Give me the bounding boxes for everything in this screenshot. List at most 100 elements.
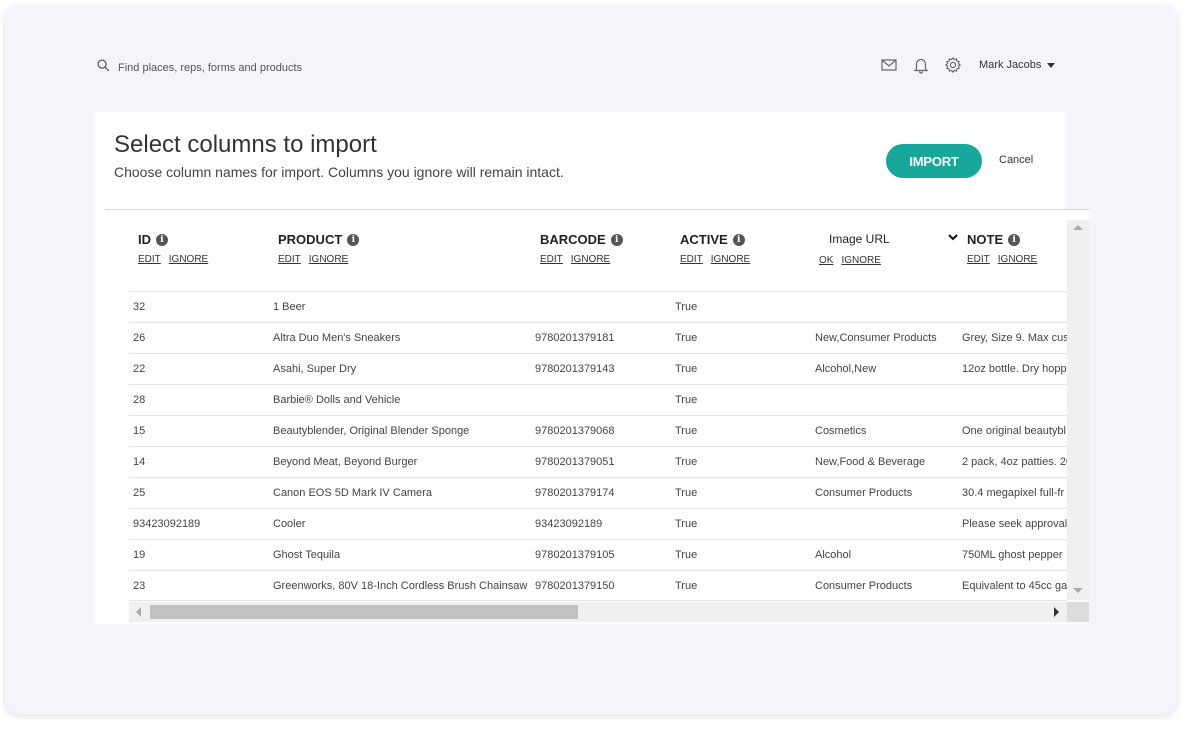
columns-table: ID i EDIT IGNORE PRODUCT i EDIT IGNORE BARCO… [105, 210, 1089, 624]
user-name: Mark Jacobs [979, 59, 1042, 71]
edit-link[interactable]: EDIT [680, 254, 703, 265]
cell-barcode: 9780201379068 [535, 425, 615, 437]
ignore-link[interactable]: IGNORE [711, 254, 750, 265]
user-menu[interactable]: Mark Jacobs [979, 59, 1056, 71]
column-name: ID [138, 232, 151, 247]
column-header-product: PRODUCT i EDIT IGNORE [278, 232, 360, 265]
table-row: 93423092189 Cooler 93423092189 True Plea… [129, 508, 1067, 539]
import-dialog: Select columns to import Choose column n… [95, 112, 1089, 624]
dialog-title: Select columns to import [114, 131, 377, 158]
ignore-link[interactable]: IGNORE [571, 254, 610, 265]
table-body: 32 1 Beer True 26 Altra Duo Men's Sneake… [129, 291, 1067, 601]
edit-link[interactable]: EDIT [138, 254, 161, 265]
info-icon[interactable]: i [347, 233, 360, 246]
import-button[interactable]: IMPORT [886, 144, 982, 178]
cell-image-url: New,Consumer Products [815, 332, 937, 344]
scroll-right-arrow-icon[interactable] [1054, 607, 1059, 617]
table-row: 26 Altra Duo Men's Sneakers 978020137918… [129, 322, 1067, 353]
ok-link[interactable]: OK [819, 255, 833, 266]
cell-active: True [675, 518, 698, 530]
cell-note: One original beautybl [962, 425, 1066, 437]
column-name: BARCODE [540, 232, 606, 247]
column-header-note: NOTE i EDIT IGNORE [967, 232, 1037, 265]
cell-note: Grey, Size 9. Max cush [962, 332, 1067, 344]
ignore-link[interactable]: IGNORE [169, 254, 208, 265]
column-header-image-url: Image URL OK IGNORE [819, 231, 959, 266]
cell-product: Altra Duo Men's Sneakers [273, 332, 401, 344]
cell-id: 19 [133, 549, 146, 561]
chevron-down-icon [947, 231, 959, 246]
ignore-link[interactable]: IGNORE [998, 254, 1037, 265]
edit-link[interactable]: EDIT [278, 254, 301, 265]
cell-barcode: 9780201379181 [535, 332, 615, 344]
cell-image-url: Alcohol,New [815, 363, 877, 375]
edit-link[interactable]: EDIT [967, 254, 990, 265]
dialog-subtitle: Choose column names for import. Columns … [114, 164, 564, 180]
cell-image-url: Alcohol [815, 549, 852, 561]
search-input[interactable]: Find places, reps, forms and products [118, 62, 302, 74]
cell-note: Equivalent to 45cc ga [962, 580, 1067, 592]
cell-active: True [675, 363, 698, 375]
cell-active: True [675, 394, 698, 406]
cell-product: Canon EOS 5D Mark IV Camera [273, 487, 432, 499]
cancel-button[interactable]: Cancel [999, 154, 1033, 166]
info-icon[interactable]: i [610, 233, 623, 246]
column-name: ACTIVE [680, 232, 728, 247]
vertical-scrollbar[interactable] [1067, 220, 1089, 600]
caret-down-icon [1047, 62, 1056, 68]
table-row: 22 Asahi, Super Dry 9780201379143 True A… [129, 353, 1067, 384]
horizontal-scrollbar[interactable] [129, 602, 1067, 622]
table-row: 28 Barbie® Dolls and Vehicle True [129, 384, 1067, 415]
cell-note: 30.4 megapixel full-fr [962, 487, 1065, 499]
cell-image-url: Consumer Products [815, 580, 913, 592]
scroll-corner [1067, 602, 1089, 622]
column-header-id: ID i EDIT IGNORE [138, 232, 208, 265]
cell-note: 750ML ghost pepper [962, 549, 1063, 561]
cell-product: Beyond Meat, Beyond Burger [273, 456, 418, 468]
cell-id: 23 [133, 580, 146, 592]
cell-product: Beautyblender, Original Blender Sponge [273, 425, 470, 437]
table-row: 19 Ghost Tequila 9780201379105 True Alco… [129, 539, 1067, 570]
cell-id: 28 [133, 394, 146, 406]
scroll-left-arrow-icon[interactable] [136, 607, 141, 617]
cell-id: 15 [133, 425, 146, 437]
cell-id: 32 [133, 301, 146, 313]
column-type-select[interactable]: Image URL [829, 231, 959, 246]
cell-barcode: 9780201379105 [535, 549, 615, 561]
table-row: 25 Canon EOS 5D Mark IV Camera 978020137… [129, 477, 1067, 508]
cell-image-url: Consumer Products [815, 487, 913, 499]
cell-product: Ghost Tequila [273, 549, 341, 561]
cell-id: 14 [133, 456, 146, 468]
gear-icon[interactable] [943, 55, 963, 75]
table-header: ID i EDIT IGNORE PRODUCT i EDIT IGNORE BARCO… [105, 210, 1067, 292]
search-bar[interactable]: Find places, reps, forms and products [97, 59, 302, 77]
bell-icon[interactable] [911, 55, 931, 75]
table-row: 23 Greenworks, 80V 18-Inch Cordless Brus… [129, 570, 1067, 601]
cell-id: 25 [133, 487, 146, 499]
table-row: 15 Beautyblender, Original Blender Spong… [129, 415, 1067, 446]
search-icon [97, 59, 110, 77]
cell-note: Please seek approval [962, 518, 1067, 530]
ignore-link[interactable]: IGNORE [841, 255, 880, 266]
cell-note: 12oz bottle. Dry hopp [962, 363, 1067, 375]
scroll-up-arrow-icon[interactable] [1073, 225, 1083, 230]
cell-barcode: 9780201379051 [535, 456, 615, 468]
info-icon[interactable]: i [732, 233, 745, 246]
cell-id: 22 [133, 363, 146, 375]
horizontal-scroll-thumb[interactable] [150, 605, 578, 619]
cell-id: 93423092189 [133, 518, 201, 530]
cell-active: True [675, 487, 698, 499]
ignore-link[interactable]: IGNORE [309, 254, 348, 265]
cell-image-url: Cosmetics [815, 425, 867, 437]
mail-icon[interactable] [879, 55, 899, 75]
scroll-down-arrow-icon[interactable] [1073, 588, 1083, 593]
cell-product: Greenworks, 80V 18-Inch Cordless Brush C… [273, 580, 528, 592]
info-icon[interactable]: i [1008, 233, 1021, 246]
edit-link[interactable]: EDIT [540, 254, 563, 265]
info-icon[interactable]: i [156, 233, 168, 246]
cell-active: True [675, 425, 698, 437]
cell-active: True [675, 332, 698, 344]
header-actions: Mark Jacobs [879, 55, 1056, 75]
cell-note: 2 pack, 4oz patties. 20 [962, 456, 1067, 468]
cell-active: True [675, 456, 698, 468]
